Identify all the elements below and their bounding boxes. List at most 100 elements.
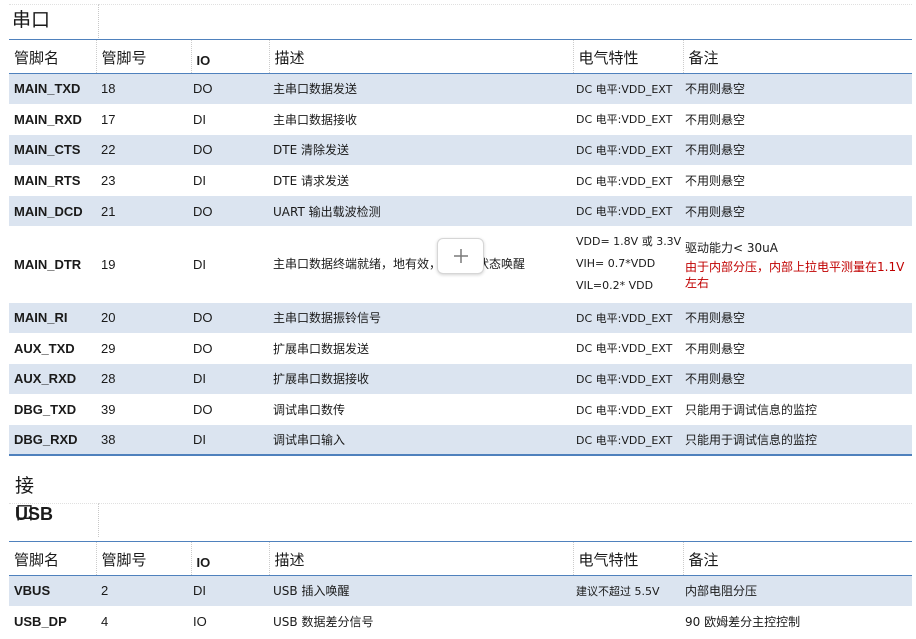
pin-io: DO [191,302,269,334]
header-electrical: 电气特性 [572,541,683,576]
pin-name: DBG_RXD [9,424,96,456]
pin-name: MAIN_RXD [14,111,82,127]
pin-name: MAIN_CTS [9,134,96,166]
pin-description: 调试串口输入 [269,424,573,456]
table-row: VBUS 2 DI USB 插入唤醒 建议不超过 5.5V 内部电阻分压 [9,575,912,607]
section-title-cjk: 接口 [15,475,35,524]
pin-note: 不用则悬空 [683,302,912,334]
pin-number: 18 [96,73,191,105]
pin-number: 28 [96,363,191,395]
header-notes: 备注 [682,39,912,74]
pin-note: 不用则悬空 [683,195,912,227]
pin-io: DI [193,173,206,189]
pin-electrical: 建议不超过 5.5V [573,575,683,607]
header-pin-number: 管脚号 [95,541,191,576]
pin-electrical: DC 电平:VDD_EXT [576,174,673,188]
table-row: MAIN_RXD 17 DI 主串口数据接收 DC 电平:VDD_EXT 不用则… [9,104,912,135]
pin-electrical: DC 电平:VDD_EXT [576,342,673,356]
pin-electrical: DC 电平:VDD_EXT [573,424,683,456]
pin-io: DI [193,256,206,272]
pin-electrical: DC 电平:VDD_EXT [573,134,683,166]
pin-number: 4 [101,614,109,630]
table-header-row: 管脚名 管脚号 IO 描述 电气特性 备注 [9,39,912,74]
pin-description: USB 数据差分信号 [273,615,374,630]
table-row: AUX_TXD 29 DO 扩展串口数据发送 DC 电平:VDD_EXT 不用则… [9,333,912,364]
pin-io: DO [191,195,269,227]
pin-io: DO [191,134,269,166]
pin-description: 扩展串口数据接收 [269,363,573,395]
pin-note: 内部电阻分压 [683,575,912,607]
pin-number: 38 [96,424,191,456]
pin-electrical: DC 电平:VDD_EXT [573,302,683,334]
pin-description: DTE 请求发送 [273,174,349,189]
pin-io: DO [193,402,213,418]
header-description: 描述 [268,541,573,576]
electrical-line: VIH= 0.7*VDD [576,257,656,271]
header-io: IO [190,39,269,74]
section-title-text: 串口 [12,9,51,31]
pin-electrical [573,606,683,637]
pin-io: DI [191,575,269,607]
table-row: DBG_TXD 39 DO 调试串口数传 DC 电平:VDD_EXT 只能用于调… [9,394,912,425]
pin-name: AUX_TXD [14,340,75,356]
add-button[interactable] [437,238,484,274]
pin-number: 19 [101,256,116,272]
pin-description: 主串口数据发送 [269,73,573,105]
pin-name: AUX_RXD [9,363,96,395]
table-row: MAIN_DCD 21 DO UART 输出载波检测 DC 电平:VDD_EXT… [9,195,912,227]
pin-number: 29 [101,340,116,356]
table-row: DBG_RXD 38 DI 调试串口输入 DC 电平:VDD_EXT 只能用于调… [9,424,912,456]
pin-number: 17 [101,111,116,127]
pin-io: DI [191,424,269,456]
section-title: 串口 [9,4,99,38]
pin-io: IO [193,614,207,630]
pin-io: DO [191,73,269,105]
section-title: USB 接口 [9,475,99,537]
pin-electrical: DC 电平:VDD_EXT [576,403,673,417]
pin-number: 39 [101,402,116,418]
pin-description: USB 插入唤醒 [269,575,573,607]
pin-note: 不用则悬空 [683,363,912,395]
pin-io: DO [193,340,213,356]
table-header-row: 管脚名 管脚号 IO 描述 电气特性 备注 [9,541,912,576]
pin-description: 主串口数据振铃信号 [269,302,573,334]
electrical-line: VDD= 1.8V 或 3.3V [576,235,682,249]
pin-description: 主串口数据终端就绪，地有效，从休眠状态唤醒 [273,256,526,271]
title-spacer [99,4,912,38]
table-row: USB_DP 4 IO USB 数据差分信号 90 欧姆差分主控控制 [9,606,912,637]
pin-name: MAIN_RTS [14,173,81,189]
header-description: 描述 [268,39,573,74]
pin-note: 90 欧姆差分主控控制 [685,615,801,630]
electrical-line: VIL=0.2* VDD [576,279,654,293]
pin-number: 22 [96,134,191,166]
header-io: IO [190,541,269,576]
pin-note: 不用则悬空 [685,174,746,189]
pin-io: DI [191,363,269,395]
plus-icon [453,249,468,263]
pin-name: MAIN_RI [9,302,96,334]
pin-electrical: VDD= 1.8V 或 3.3V VIH= 0.7*VDD VIL=0.2* V… [573,226,683,302]
table-row: AUX_RXD 28 DI 扩展串口数据接收 DC 电平:VDD_EXT 不用则… [9,363,912,395]
header-pin-name: 管脚名 [9,39,96,74]
pin-electrical: DC 电平:VDD_EXT [573,73,683,105]
pin-note: 不用则悬空 [683,134,912,166]
pin-description: 扩展串口数据发送 [273,341,370,356]
table-row: MAIN_CTS 22 DO DTE 清除发送 DC 电平:VDD_EXT 不用… [9,134,912,166]
pin-note: 不用则悬空 [685,112,746,127]
pin-number: 21 [96,195,191,227]
pin-description: 调试串口数传 [273,403,346,418]
pin-number: 23 [101,173,116,189]
pin-description: 主串口数据接收 [273,112,358,127]
note-drive-capability: 驱动能力< 30uA [685,241,778,256]
table-row: MAIN_RTS 23 DI DTE 请求发送 DC 电平:VDD_EXT 不用… [9,165,912,196]
pin-name: VBUS [9,575,96,607]
pin-description: DTE 清除发送 [269,134,573,166]
pin-electrical: DC 电平:VDD_EXT [576,113,673,127]
pin-note: 只能用于调试信息的监控 [683,424,912,456]
header-notes: 备注 [682,541,912,576]
pin-io: DI [193,111,206,127]
pin-name: USB_DP [14,614,67,630]
pin-electrical: DC 电平:VDD_EXT [573,195,683,227]
pin-name: MAIN_DCD [9,195,96,227]
title-spacer [99,503,912,537]
